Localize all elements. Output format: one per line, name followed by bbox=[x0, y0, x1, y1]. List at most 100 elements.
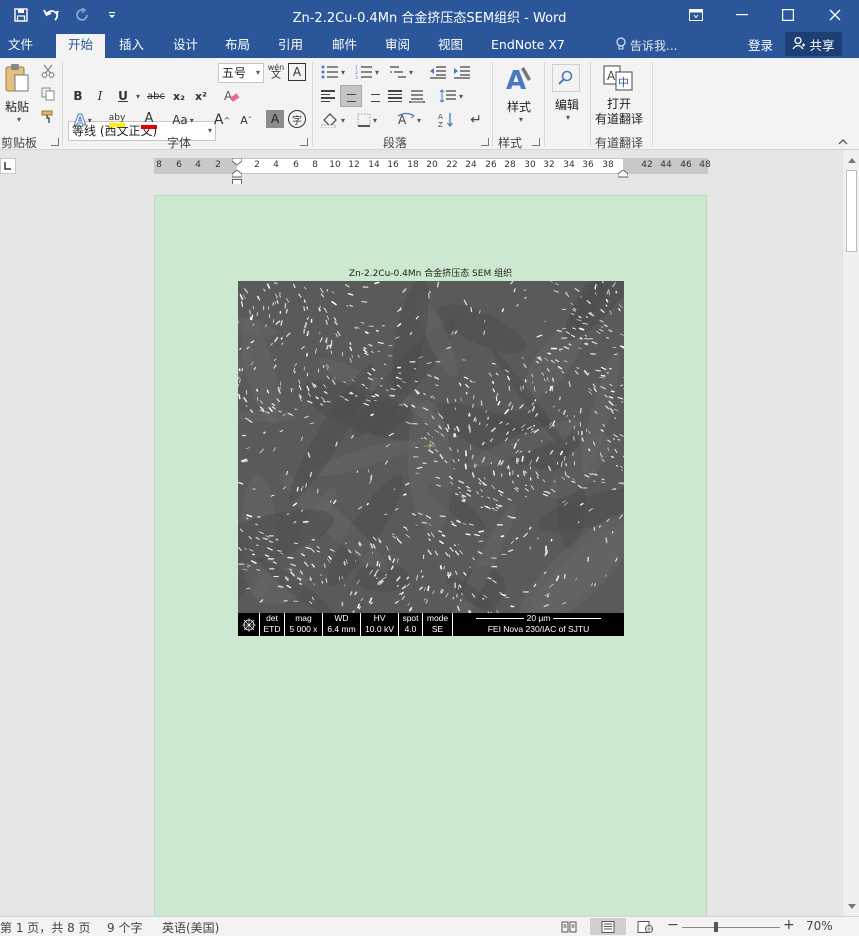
share-button[interactable]: 共享 bbox=[785, 32, 842, 56]
underline-button[interactable]: U bbox=[114, 87, 132, 105]
clear-formatting-a-button[interactable]: A bbox=[288, 63, 306, 81]
bullets-button[interactable]: ▾ bbox=[318, 63, 348, 81]
figure-caption[interactable]: Zn-2.2Cu-0.4Mn 合金挤压态 SEM 组织 bbox=[155, 266, 706, 279]
sem-micrograph[interactable]: det ETD mag 5 000 x WD 6.4 mm HV 10.0 kV spo… bbox=[238, 281, 624, 636]
styles-icon[interactable]: A bbox=[502, 62, 536, 96]
grow-font-button[interactable]: A ^ bbox=[212, 110, 232, 130]
tell-me-box[interactable]: 告诉我... bbox=[616, 35, 677, 55]
editing-button[interactable]: 编辑 bbox=[550, 96, 584, 113]
change-case-button[interactable]: Aa ▾ bbox=[168, 110, 198, 130]
align-center-button[interactable] bbox=[340, 85, 362, 107]
phonetic-guide-button[interactable]: wén 文 bbox=[266, 62, 286, 82]
first-line-indent-marker[interactable] bbox=[231, 155, 243, 166]
right-indent-marker[interactable] bbox=[617, 167, 629, 178]
login-link[interactable]: 登录 bbox=[748, 35, 773, 54]
format-painter-icon[interactable] bbox=[38, 108, 58, 126]
text-effects-button[interactable]: A ▾ bbox=[70, 110, 96, 130]
chinese-layout-button[interactable]: A ▾ bbox=[394, 110, 424, 130]
editing-dropdown-icon[interactable]: ▾ bbox=[561, 112, 573, 122]
line-spacing-button[interactable]: ▾ bbox=[436, 87, 466, 105]
tab-file[interactable]: 文件 bbox=[0, 34, 41, 58]
tab-design[interactable]: 设计 bbox=[165, 34, 206, 58]
font-size-combo[interactable]: 五号 ▾ bbox=[218, 63, 264, 83]
tab-endnote[interactable]: EndNote X7 bbox=[483, 34, 573, 58]
clear-formatting-button[interactable]: A bbox=[222, 87, 242, 105]
tab-mailings[interactable]: 邮件 bbox=[324, 34, 365, 58]
print-layout-icon[interactable] bbox=[590, 918, 626, 935]
youdao-translate-icon[interactable]: A中 bbox=[602, 64, 634, 92]
minimize-icon[interactable] bbox=[719, 0, 765, 30]
bold-button[interactable]: B bbox=[70, 87, 86, 105]
strikethrough-button[interactable]: abc bbox=[145, 87, 167, 105]
enclose-char-button[interactable]: 字 bbox=[288, 110, 306, 128]
ribbon-options-icon[interactable] bbox=[673, 0, 719, 30]
paste-dropdown-icon[interactable]: ▾ bbox=[12, 114, 24, 124]
italic-button[interactable]: I bbox=[92, 87, 108, 105]
shading-button[interactable]: ▾ bbox=[318, 110, 348, 130]
tab-insert[interactable]: 插入 bbox=[111, 34, 152, 58]
scroll-down-icon[interactable] bbox=[843, 898, 859, 914]
paragraph-launcher-icon[interactable] bbox=[481, 138, 489, 146]
align-right-button[interactable] bbox=[363, 87, 383, 105]
read-mode-icon[interactable] bbox=[558, 918, 580, 935]
sort-button[interactable]: AZ bbox=[436, 110, 458, 130]
zoom-slider-knob[interactable] bbox=[714, 922, 719, 932]
styles-launcher-icon[interactable] bbox=[532, 138, 540, 146]
collapse-ribbon-icon[interactable] bbox=[836, 136, 850, 148]
undo-icon[interactable]: ▾ bbox=[38, 0, 66, 30]
increase-indent-button[interactable] bbox=[452, 63, 472, 81]
styles-button[interactable]: 样式 bbox=[500, 98, 538, 115]
shrink-font-button[interactable]: Aˇ bbox=[236, 110, 256, 130]
save-icon[interactable] bbox=[8, 0, 34, 30]
close-icon[interactable] bbox=[812, 0, 858, 30]
underline-dropdown-icon[interactable]: ▾ bbox=[132, 87, 142, 105]
hanging-indent-marker[interactable] bbox=[231, 167, 243, 178]
document-page[interactable]: Zn-2.2Cu-0.4Mn 合金挤压态 SEM 组织 det ETD mag 5 … bbox=[154, 195, 707, 916]
char-shading-button[interactable]: A bbox=[266, 110, 284, 128]
paste-icon[interactable] bbox=[2, 62, 32, 96]
youdao-open-button[interactable]: 打开 有道翻译 bbox=[592, 97, 646, 127]
multilevel-list-button[interactable]: ▾ bbox=[386, 63, 416, 81]
tab-review[interactable]: 审阅 bbox=[377, 34, 418, 58]
font-color-button[interactable]: A bbox=[136, 110, 162, 130]
paste-label[interactable]: 粘贴 bbox=[2, 98, 32, 115]
zoom-slider-track[interactable] bbox=[682, 927, 780, 928]
font-launcher-icon[interactable] bbox=[300, 138, 308, 146]
language-indicator[interactable]: 英语(美国) bbox=[162, 919, 219, 936]
cut-icon[interactable] bbox=[38, 62, 58, 80]
tab-home[interactable]: 开始 bbox=[56, 34, 105, 58]
show-marks-icon[interactable]: ↵ bbox=[466, 110, 486, 130]
tab-view[interactable]: 视图 bbox=[430, 34, 471, 58]
page-count[interactable]: 第 1 页，共 8 页 bbox=[0, 919, 91, 936]
copy-icon[interactable] bbox=[38, 85, 58, 103]
web-layout-icon[interactable] bbox=[634, 918, 656, 935]
left-indent-marker[interactable] bbox=[232, 175, 242, 186]
scroll-up-icon[interactable] bbox=[843, 152, 859, 168]
font-size-dropdown-icon[interactable]: ▾ bbox=[256, 64, 260, 82]
subscript-button[interactable]: x₂ bbox=[170, 87, 188, 105]
numbering-button[interactable]: 1 2 3 ▾ bbox=[352, 63, 382, 81]
document-canvas[interactable]: Zn-2.2Cu-0.4Mn 合金挤压态 SEM 组织 det ETD mag 5 … bbox=[0, 184, 842, 916]
zoom-in-button[interactable]: + bbox=[783, 917, 795, 933]
customize-icon[interactable] bbox=[102, 0, 122, 30]
tab-references[interactable]: 引用 bbox=[270, 34, 311, 58]
clipboard-launcher-icon[interactable] bbox=[51, 138, 59, 146]
justify-button[interactable] bbox=[385, 87, 405, 105]
borders-button[interactable]: ▾ bbox=[352, 110, 382, 130]
highlight-button[interactable]: aby bbox=[102, 110, 132, 130]
zoom-level[interactable]: 70% bbox=[806, 919, 833, 933]
distributed-button[interactable] bbox=[407, 87, 427, 105]
styles-dropdown-icon[interactable]: ▾ bbox=[514, 114, 526, 124]
vertical-scrollbar[interactable] bbox=[842, 150, 859, 916]
decrease-indent-button[interactable] bbox=[428, 63, 448, 81]
tab-stop-selector[interactable] bbox=[0, 158, 16, 174]
find-icon[interactable] bbox=[552, 64, 580, 92]
zoom-out-button[interactable]: − bbox=[667, 917, 679, 933]
maximize-icon[interactable] bbox=[765, 0, 811, 30]
superscript-button[interactable]: x² bbox=[192, 87, 210, 105]
redo-icon[interactable] bbox=[72, 0, 94, 30]
tab-layout[interactable]: 布局 bbox=[217, 34, 258, 58]
scroll-thumb[interactable] bbox=[846, 170, 857, 252]
align-left-button[interactable] bbox=[318, 87, 338, 105]
word-count[interactable]: 9 个字 bbox=[107, 919, 142, 936]
